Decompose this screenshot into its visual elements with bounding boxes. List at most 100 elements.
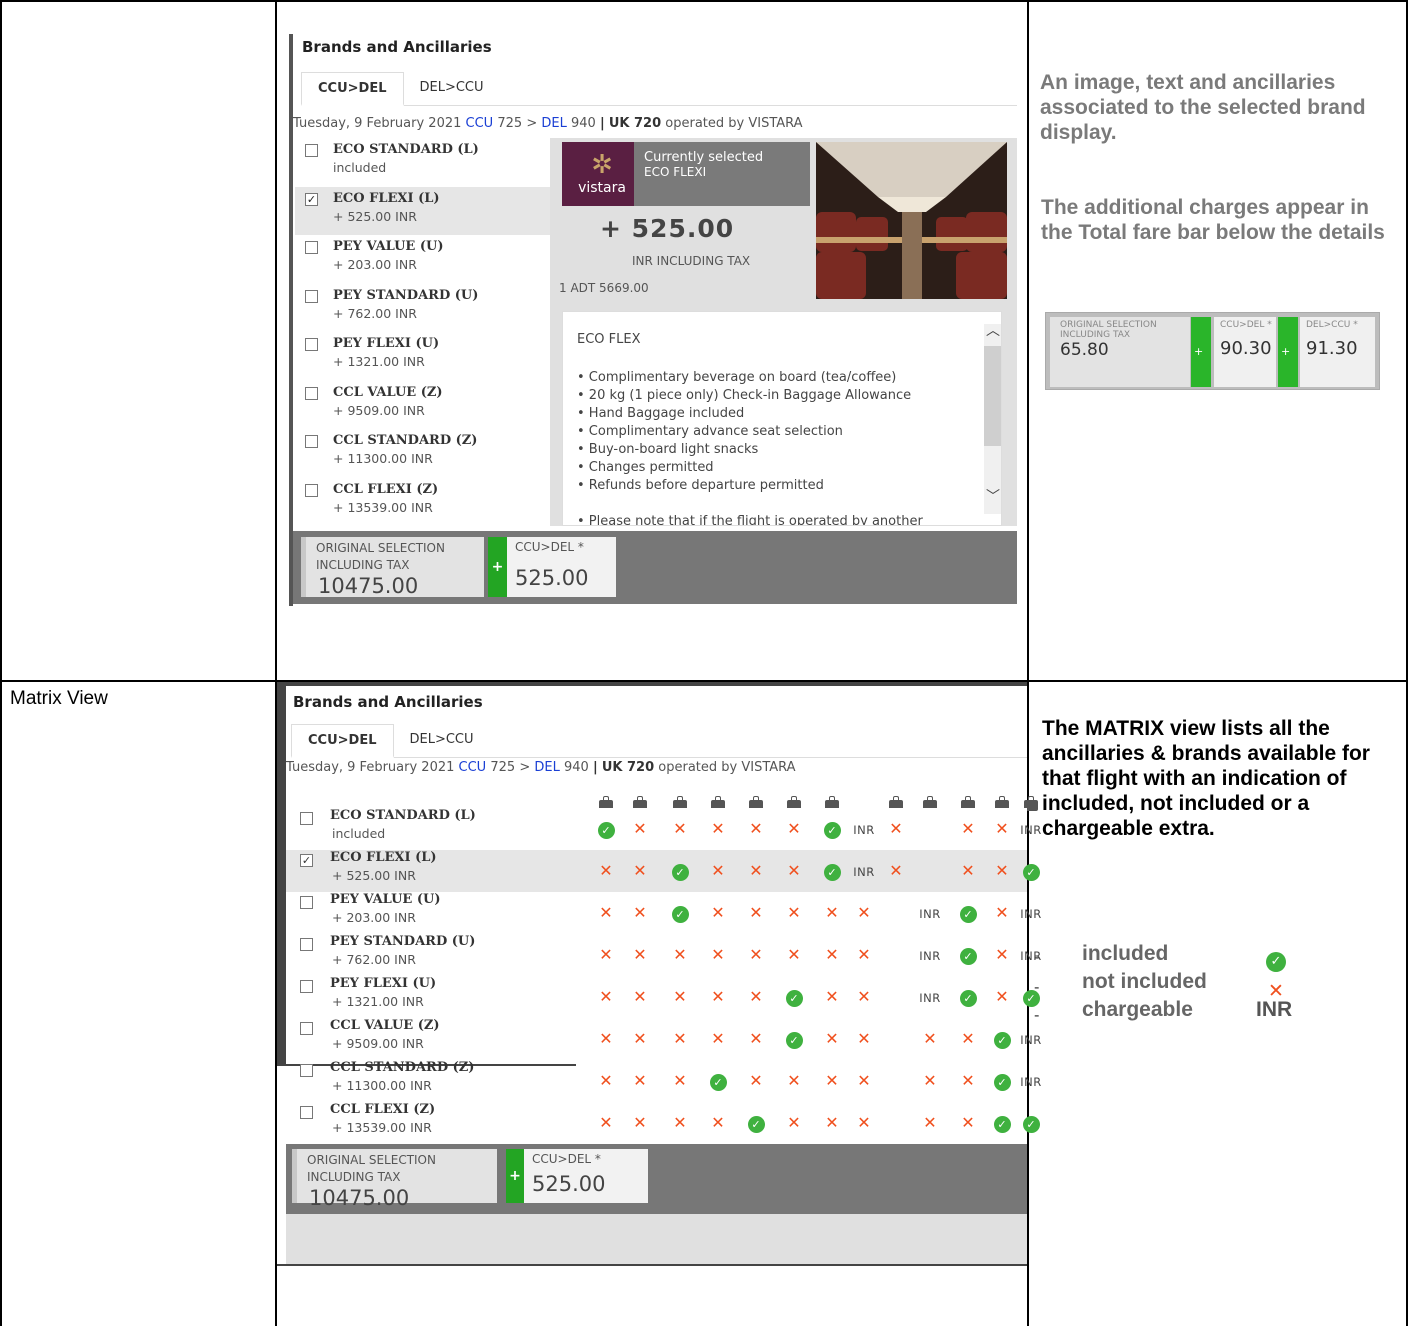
legend-dash-3: - — [1034, 1006, 1040, 1024]
brand-price: + 1321.00 INR — [333, 354, 425, 369]
brand-option[interactable]: ✓ ECO FLEXI (L) + 525.00 INR — [295, 186, 550, 235]
vistara-logo: ✲ vistara — [562, 142, 642, 206]
matrix-brand-name: CCL STANDARD (Z) — [330, 1060, 475, 1075]
cross-icon: ✕ — [825, 1113, 839, 1132]
matrix-operated-by: operated by VISTARA — [658, 760, 796, 775]
matrix-segment-label: CCU>DEL * — [532, 1152, 601, 1166]
example-fare-bar: ORIGINAL SELECTION INCLUDING TAX 65.80 +… — [1045, 312, 1380, 390]
matrix-brand-row[interactable]: CCL VALUE (Z) + 9509.00 INR ✕ ✕ ✕ ✕ ✕ ✓ ✕ ✕ ✕ ✕ ✓ INR — [286, 1018, 1041, 1060]
legend-not-included-label: not included — [1082, 970, 1207, 993]
row-label-matrix-view: Matrix View — [10, 688, 108, 709]
matrix-cell-not-included: ✕ — [739, 904, 773, 922]
matrix-brand-checkbox[interactable] — [300, 1022, 313, 1035]
legend-dash-1: - — [1034, 948, 1040, 966]
cross-icon: ✕ — [599, 987, 613, 1006]
matrix-brand-cell: PEY STANDARD (U) + 762.00 INR — [286, 934, 576, 976]
brand-option[interactable]: CCL STANDARD (Z) + 11300.00 INR — [295, 429, 550, 478]
including-tax-label: INCLUDING TAX — [316, 558, 410, 572]
matrix-brand-row[interactable]: CCL STANDARD (Z) + 11300.00 INR ✕ ✕ ✕ ✓ ✕ ✕ ✕ ✕ ✕ ✕… — [286, 1060, 1041, 1102]
description-item: • Changes permitted — [577, 460, 714, 475]
tab-del-ccu[interactable]: DEL>CCU — [404, 72, 500, 105]
matrix-brand-checkbox[interactable] — [300, 896, 313, 909]
matrix-cell-not-included: ✕ — [589, 1114, 623, 1132]
matrix-cell-not-included: ✕ — [951, 1072, 985, 1090]
brand-option[interactable]: PEY VALUE (U) + 203.00 INR — [295, 235, 550, 284]
matrix-brand-row[interactable]: ✓ ECO FLEXI (L) + 525.00 INR ✕ ✕ ✓ ✕ ✕ ✕ ✓ INR ✕ ✕ ✕ ✓ — [286, 850, 1040, 892]
matrix-origin-code[interactable]: CCU — [459, 760, 487, 775]
cross-icon: ✕ — [633, 945, 647, 964]
origin-code[interactable]: CCU — [466, 116, 494, 131]
brand-checkbox[interactable] — [305, 386, 318, 400]
price-subtitle: INR INCLUDING TAX — [632, 254, 751, 268]
matrix-cell-not-included: ✕ — [589, 1030, 623, 1048]
scroll-down-icon[interactable]: ﹀ — [986, 486, 1000, 506]
brand-name: CCL FLEXI (Z) — [333, 481, 439, 497]
matrix-brand-price: + 11300.00 INR — [332, 1078, 432, 1093]
matrix-brand-row[interactable]: CCL FLEXI (Z) + 13539.00 INR ✕ ✕ ✕ ✕ ✓ ✕ ✕ ✕ ✕ ✕ ✓ ✓ — [286, 1102, 1040, 1144]
brand-option[interactable]: CCL VALUE (Z) + 9509.00 INR — [295, 381, 550, 430]
check-circle-icon: ✓ — [993, 1074, 1011, 1091]
matrix-brand-row[interactable]: PEY STANDARD (U) + 762.00 INR ✕ ✕ ✕ ✕ ✕ ✕ ✕ ✕ INR ✓… — [286, 934, 1041, 976]
matrix-segment-fare[interactable]: CCU>DEL * 525.00 — [524, 1149, 648, 1203]
matrix-cell-not-included: ✕ — [879, 862, 913, 880]
matrix-cell-not-included: ✕ — [913, 1072, 947, 1090]
brand-option[interactable]: CCL FLEXI (Z) + 13539.00 INR — [295, 478, 550, 527]
arr-time: 940 — [570, 116, 596, 131]
tab-ccu-del[interactable]: CCU>DEL — [301, 72, 404, 106]
brand-option[interactable]: PEY FLEXI (U) + 1321.00 INR — [295, 332, 550, 381]
brand-option[interactable]: ECO STANDARD (L) included — [295, 138, 550, 187]
cross-icon: ✕ — [857, 1113, 871, 1132]
brand-checkbox[interactable] — [305, 241, 318, 254]
cross-icon: ✕ — [787, 1113, 801, 1132]
matrix-brand-row[interactable]: ECO STANDARD (L) included ✓ ✕ ✕ ✕ ✕ ✕ ✓ INR ✕ ✕ ✕ INR — [286, 808, 1041, 850]
selected-brand-name: ECO FLEXI — [644, 165, 707, 179]
adt-fare: 1 ADT 5669.00 — [559, 281, 649, 295]
inr-chargeable-icon: INR — [853, 865, 875, 879]
matrix-brand-row[interactable]: PEY FLEXI (U) + 1321.00 INR ✕ ✕ ✕ ✕ ✕ ✓ ✕ ✕ INR ✓ ✕ ✓ — [286, 976, 1040, 1018]
matrix-cell-included: ✓ — [663, 904, 697, 923]
matrix-dest-code[interactable]: DEL — [534, 760, 559, 775]
matrix-brand-checkbox[interactable]: ✓ — [300, 854, 313, 867]
cross-icon: ✕ — [857, 903, 871, 922]
cross-icon: ✕ — [599, 1071, 613, 1090]
matrix-brand-price: + 1321.00 INR — [332, 994, 424, 1009]
matrix-brand-checkbox[interactable] — [300, 980, 313, 993]
description-item: • Complimentary beverage on board (tea/c… — [577, 370, 897, 385]
matrix-cell-not-included: ✕ — [589, 862, 623, 880]
matrix-total-fare-bar: ORIGINAL SELECTION INCLUDING TAX 10475.0… — [286, 1144, 1027, 1214]
scroll-thumb[interactable] — [984, 346, 1001, 446]
matrix-brand-checkbox[interactable] — [300, 812, 313, 825]
brand-list: ECO STANDARD (L) included ✓ ECO FLEXI (L) + … — [295, 138, 550, 526]
matrix-cell-not-included: ✕ — [951, 820, 985, 838]
matrix-brand-row[interactable]: PEY VALUE (U) + 203.00 INR ✕ ✕ ✓ ✕ ✕ ✕ ✕ ✕ INR ✓ ✕ IN… — [286, 892, 1041, 934]
matrix-tab-ccu-del[interactable]: CCU>DEL — [291, 724, 394, 758]
mini-plus-sign-1: + — [1194, 345, 1204, 358]
matrix-brand-checkbox[interactable] — [300, 1106, 313, 1119]
scroll-up-icon[interactable]: ︿ — [986, 320, 1000, 340]
cross-icon: ✕ — [633, 861, 647, 880]
note-image-text: An image, text and ancillaries associate… — [1040, 71, 1366, 144]
brand-checkbox[interactable] — [305, 289, 318, 303]
segment-fare[interactable]: CCU>DEL * 525.00 — [507, 537, 616, 597]
cross-icon: ✕ — [995, 987, 1009, 1006]
separator: | — [599, 116, 605, 131]
dest-code[interactable]: DEL — [541, 116, 566, 131]
brand-option[interactable]: PEY STANDARD (U) + 762.00 INR — [295, 284, 550, 333]
brand-checkbox[interactable] — [305, 435, 318, 448]
matrix-tab-del-ccu[interactable]: DEL>CCU — [394, 724, 490, 757]
description-list: • Complimentary beverage on board (tea/c… — [577, 369, 1001, 525]
cross-icon: ✕ — [749, 861, 763, 880]
matrix-brand-checkbox[interactable] — [300, 938, 313, 951]
brand-checkbox[interactable] — [305, 483, 318, 497]
brand-checkbox[interactable]: ✓ — [305, 192, 318, 206]
cross-icon: ✕ — [787, 1071, 801, 1090]
matrix-cell-not-included: ✕ — [913, 1114, 947, 1132]
matrix-brand-cell: PEY FLEXI (U) + 1321.00 INR — [286, 976, 576, 1018]
cross-icon: ✕ — [857, 987, 871, 1006]
matrix-cell-not-included: ✕ — [623, 1030, 657, 1048]
matrix-cell-not-included: ✕ — [951, 862, 985, 880]
matrix-cell-not-included: ✕ — [815, 988, 849, 1006]
brand-checkbox[interactable] — [305, 144, 318, 157]
brand-checkbox[interactable] — [305, 338, 318, 351]
matrix-brand-checkbox[interactable] — [300, 1064, 313, 1077]
